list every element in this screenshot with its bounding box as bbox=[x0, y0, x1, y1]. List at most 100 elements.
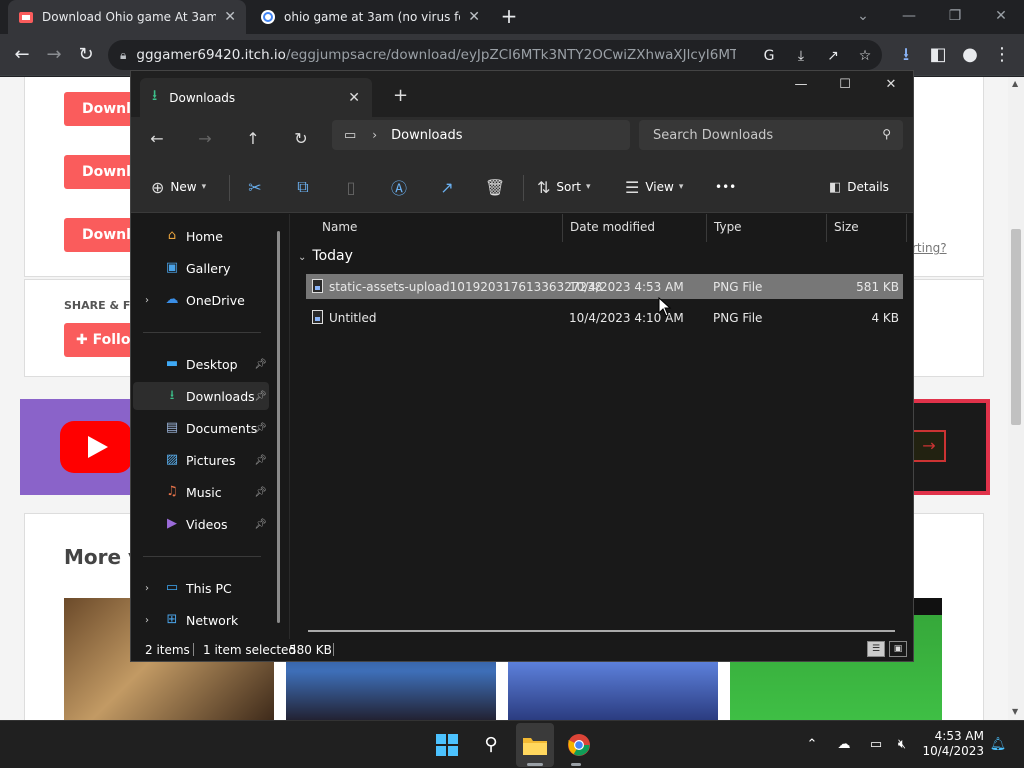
address-bar[interactable]: 🔒︎ gggamer69420.itch.io/eggjumpsacre/dow… bbox=[108, 40, 882, 70]
up-arrow-icon[interactable]: ↑ bbox=[241, 127, 265, 151]
column-header-size[interactable]: Size bbox=[826, 214, 906, 242]
supporting-link[interactable]: rting? bbox=[912, 241, 947, 255]
explorer-maximize-button[interactable]: ☐ bbox=[825, 77, 865, 97]
horizontal-scrollbar[interactable] bbox=[308, 630, 895, 632]
chevron-right-icon[interactable]: › bbox=[145, 295, 149, 306]
paste-button[interactable]: ▯ bbox=[339, 175, 363, 199]
new-tab-button[interactable]: + bbox=[498, 6, 520, 28]
browser-tab-ohio-game[interactable]: ohio game at 3am (no virus for c ✕ bbox=[250, 0, 490, 34]
menu-kebab-icon[interactable]: ⋮ bbox=[990, 43, 1014, 67]
details-label: Details bbox=[847, 180, 889, 194]
reload-icon[interactable]: ↻ bbox=[74, 43, 98, 67]
explorer-address-bar[interactable]: ▭ › Downloads bbox=[332, 120, 630, 150]
scroll-up-icon[interactable]: ▲ bbox=[1012, 79, 1018, 88]
browser-tab-download-ohio[interactable]: Download Ohio game At 3am (re ✕ bbox=[8, 0, 246, 34]
search-downloads-input[interactable]: Search Downloads ⚲ bbox=[639, 120, 903, 150]
explorer-close-button[interactable]: ✕ bbox=[871, 77, 911, 97]
file-explorer-taskbar-icon[interactable] bbox=[521, 731, 549, 759]
sidebar-item-pictures[interactable]: ▨ Pictures 📌︎ bbox=[133, 446, 269, 474]
sidebar-item-downloads[interactable]: ⭳ Downloads 📌︎ bbox=[133, 382, 269, 410]
tab-close-icon[interactable]: ✕ bbox=[224, 9, 236, 25]
close-window-button[interactable]: ✕ bbox=[978, 4, 1024, 30]
page-scrollbar[interactable]: ▲ ▼ bbox=[1008, 77, 1024, 720]
file-row[interactable]: Untitled 10/4/2023 4:10 AM PNG File 4 KB bbox=[306, 305, 903, 330]
new-button[interactable]: ⊕ New ▾ bbox=[151, 175, 206, 199]
home-icon: ⌂ bbox=[167, 228, 177, 243]
downloads-icon[interactable]: ⭳ bbox=[894, 43, 918, 67]
refresh-icon[interactable]: ↻ bbox=[289, 127, 313, 151]
tiles-view-icon[interactable]: ▣ bbox=[889, 641, 907, 657]
profile-avatar-icon[interactable]: ● bbox=[958, 43, 982, 67]
chevron-right-icon[interactable]: › bbox=[145, 615, 149, 626]
cut-button[interactable]: ✂ bbox=[243, 175, 267, 199]
explorer-minimize-button[interactable]: — bbox=[781, 77, 821, 97]
column-header-date-modified[interactable]: Date modified bbox=[562, 214, 706, 242]
breadcrumb-downloads[interactable]: Downloads bbox=[391, 128, 462, 143]
close-tab-icon[interactable]: ✕ bbox=[348, 90, 360, 106]
url-text[interactable]: gggamer69420.itch.io/eggjumpsacre/downlo… bbox=[136, 47, 736, 63]
tab-search-icon[interactable]: ⌄ bbox=[840, 4, 886, 30]
sidebar-scrollbar[interactable] bbox=[277, 231, 280, 623]
sidebar-item-onedrive[interactable]: › ☁ OneDrive bbox=[133, 286, 269, 314]
sidebar-item-videos[interactable]: ▶ Videos 📌︎ bbox=[133, 510, 269, 538]
chevron-up-icon[interactable]: ⌃ bbox=[802, 735, 822, 755]
back-icon[interactable]: ← bbox=[10, 43, 34, 67]
chevron-right-icon[interactable]: › bbox=[145, 583, 149, 594]
volume-muted-icon[interactable]: 🔇︎ bbox=[892, 735, 912, 755]
arrow-right-icon[interactable]: → bbox=[912, 430, 946, 462]
add-tab-button[interactable]: + bbox=[393, 85, 408, 106]
group-header-today[interactable]: ⌄ Today bbox=[298, 248, 353, 264]
network-monitor-icon[interactable]: ▭ bbox=[866, 735, 886, 755]
install-app-icon[interactable]: ⤓ bbox=[792, 47, 810, 65]
view-button[interactable]: ☰ View ▾ bbox=[625, 175, 683, 199]
pin-icon[interactable]: 📌︎ bbox=[254, 423, 267, 434]
file-row[interactable]: static-assets-upload10192031761336327238… bbox=[306, 274, 903, 299]
chrome-taskbar-icon[interactable] bbox=[565, 731, 593, 759]
pin-icon[interactable]: 📌︎ bbox=[254, 359, 267, 370]
forward-icon[interactable]: → bbox=[42, 43, 66, 67]
column-header-type[interactable]: Type bbox=[706, 214, 826, 242]
sidebar-item-this-pc[interactable]: › ▭ This PC bbox=[133, 574, 269, 602]
chrome-tabstrip: Download Ohio game At 3am (re ✕ ohio gam… bbox=[0, 0, 1024, 34]
chevron-right-icon[interactable]: › bbox=[372, 128, 377, 142]
tab-close-icon[interactable]: ✕ bbox=[468, 9, 480, 25]
chevron-down-icon: ⌄ bbox=[298, 252, 307, 263]
forward-arrow-icon[interactable]: → bbox=[193, 127, 217, 151]
copy-button[interactable]: ⧉ bbox=[291, 175, 315, 199]
minimize-button[interactable]: — bbox=[886, 4, 932, 30]
taskbar-clock[interactable]: 4:53 AM 10/4/2023 bbox=[920, 729, 984, 759]
share-button[interactable]: ↗ bbox=[435, 175, 459, 199]
sidebar-item-home[interactable]: ⌂ Home bbox=[133, 222, 269, 250]
sort-button[interactable]: ⇅ Sort ▾ bbox=[537, 175, 591, 199]
sidebar-item-network[interactable]: › ⊞ Network bbox=[133, 606, 269, 634]
google-lens-icon[interactable]: G bbox=[760, 47, 778, 65]
onedrive-offline-icon[interactable]: ☁ bbox=[834, 735, 854, 755]
url-domain: gggamer69420.itch.io bbox=[136, 47, 286, 63]
restore-button[interactable]: ❐ bbox=[932, 4, 978, 30]
scroll-down-icon[interactable]: ▼ bbox=[1012, 707, 1018, 716]
pin-icon[interactable]: 📌︎ bbox=[254, 455, 267, 466]
more-options-button[interactable]: ••• bbox=[715, 175, 736, 199]
scrollbar-thumb[interactable] bbox=[1011, 229, 1021, 425]
pin-icon[interactable]: 📌︎ bbox=[254, 487, 267, 498]
search-icon[interactable]: ⚲ bbox=[477, 731, 505, 759]
windows-start-icon[interactable] bbox=[433, 731, 461, 759]
explorer-tab-downloads[interactable]: ⭳ Downloads ✕ bbox=[140, 78, 372, 117]
sidebar-item-music[interactable]: ♫ Music 📌︎ bbox=[133, 478, 269, 506]
back-arrow-icon[interactable]: ← bbox=[145, 127, 169, 151]
sidebar-item-desktop[interactable]: ▬ Desktop 📌︎ bbox=[133, 350, 269, 378]
details-view-icon[interactable]: ☰ bbox=[867, 641, 885, 657]
details-button[interactable]: ◧ Details bbox=[829, 175, 889, 199]
rename-button[interactable]: Ⓐ bbox=[387, 175, 411, 199]
notification-bell-icon[interactable]: 🔔︎ bbox=[988, 735, 1008, 755]
sidebar-item-gallery[interactable]: ▣ Gallery bbox=[133, 254, 269, 282]
pin-icon[interactable]: 📌︎ bbox=[254, 391, 267, 402]
delete-button[interactable]: 🗑︎ bbox=[483, 175, 507, 199]
share-icon[interactable]: ↗ bbox=[824, 47, 842, 65]
pin-icon[interactable]: 📌︎ bbox=[254, 519, 267, 530]
sidebar-item-documents[interactable]: ▤ Documents 📌︎ bbox=[133, 414, 269, 442]
column-separator[interactable] bbox=[906, 214, 907, 242]
side-panel-icon[interactable]: ◧ bbox=[926, 43, 950, 67]
bookmark-star-icon[interactable]: ☆ bbox=[856, 47, 874, 65]
column-header-name[interactable]: Name bbox=[314, 214, 562, 242]
